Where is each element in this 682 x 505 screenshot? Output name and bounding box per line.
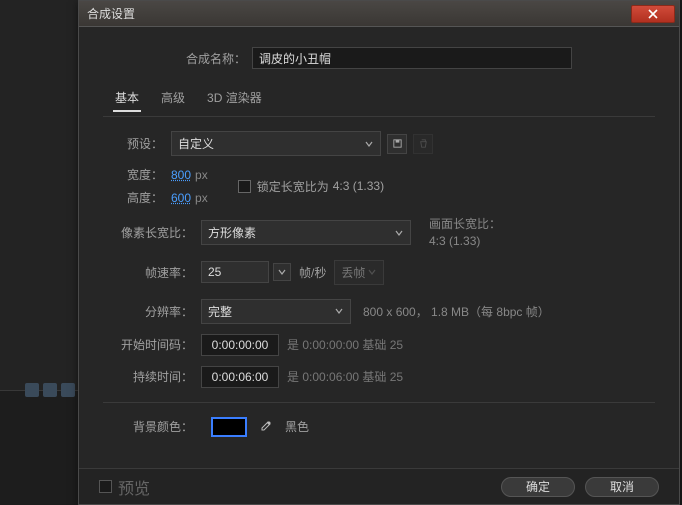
tab-3d-renderer[interactable]: 3D 渲染器 <box>205 85 264 112</box>
height-unit: px <box>195 191 208 205</box>
chevron-down-icon <box>394 228 404 238</box>
cancel-button[interactable]: 取消 <box>585 477 659 497</box>
resolution-value: 完整 <box>208 303 232 320</box>
save-preset-button[interactable] <box>387 134 407 154</box>
bg-color-name: 黑色 <box>285 418 309 435</box>
duration-note: 是 0:00:06:00 基础 25 <box>287 368 403 385</box>
chevron-down-icon <box>277 267 287 277</box>
duration-input[interactable] <box>201 366 279 388</box>
titlebar: 合成设置 <box>79 1 679 27</box>
lock-aspect-label: 锁定长宽比为 <box>257 178 329 195</box>
backdrop-panel-icons <box>25 383 75 397</box>
bg-color-label: 背景颜色： <box>103 418 201 435</box>
resolution-info: 800 x 600， 1.8 MB（每 8bpc 帧） <box>363 303 550 320</box>
close-button[interactable] <box>631 5 675 23</box>
width-value[interactable]: 800 <box>171 168 191 182</box>
par-label: 像素长宽比： <box>103 224 201 241</box>
lock-aspect-ratio: 4:3 (1.33) <box>333 179 384 193</box>
fps-mode-value: 丢帧 <box>341 264 365 281</box>
start-timecode-note: 是 0:00:00:00 基础 25 <box>287 336 403 353</box>
ok-button[interactable]: 确定 <box>501 477 575 497</box>
preview-label: 预览 <box>118 475 150 499</box>
trash-icon <box>418 138 429 149</box>
eyedropper-icon <box>258 420 272 434</box>
composition-settings-dialog: 合成设置 合成名称： 基本 高级 3D 渲染器 预设： 自定义 <box>78 0 680 505</box>
fps-label: 帧速率： <box>103 264 201 281</box>
lock-aspect-checkbox[interactable] <box>238 180 251 193</box>
delete-preset-button[interactable] <box>413 134 433 154</box>
start-timecode-label: 开始时间码： <box>103 336 201 353</box>
comp-name-input[interactable] <box>252 47 572 69</box>
fps-value-select[interactable]: 25 <box>201 261 269 283</box>
preset-label: 预设： <box>103 135 171 152</box>
fps-value: 25 <box>208 265 221 279</box>
preset-select[interactable]: 自定义 <box>171 131 381 156</box>
frame-aspect-value: 4:3 (1.33) <box>429 233 501 250</box>
section-divider <box>103 402 655 403</box>
width-unit: px <box>195 168 208 182</box>
height-label: 高度： <box>103 189 171 206</box>
chevron-down-icon <box>334 306 344 316</box>
par-select[interactable]: 方形像素 <box>201 220 411 245</box>
width-label: 宽度： <box>103 166 171 183</box>
tabs: 基本 高级 3D 渲染器 <box>113 85 655 112</box>
height-value[interactable]: 600 <box>171 191 191 205</box>
chevron-down-icon <box>367 267 377 277</box>
comp-name-label: 合成名称： <box>186 50 246 67</box>
chevron-down-icon <box>364 139 374 149</box>
resolution-select[interactable]: 完整 <box>201 299 351 324</box>
fps-dropdown-button[interactable] <box>273 263 291 281</box>
preview-checkbox[interactable] <box>99 480 112 493</box>
resolution-label: 分辨率： <box>103 303 201 320</box>
frame-aspect-block: 画面长宽比： 4:3 (1.33) <box>429 216 501 250</box>
start-timecode-input[interactable] <box>201 334 279 356</box>
bg-color-swatch[interactable] <box>211 417 247 437</box>
fps-unit: 帧/秒 <box>299 264 326 281</box>
eyedropper-button[interactable] <box>255 417 275 437</box>
close-icon <box>648 9 658 19</box>
tab-advanced[interactable]: 高级 <box>159 85 187 112</box>
frame-aspect-label: 画面长宽比： <box>429 216 501 233</box>
duration-label: 持续时间： <box>103 368 201 385</box>
save-icon <box>392 138 403 149</box>
preset-value: 自定义 <box>178 135 214 152</box>
dialog-footer: 预览 确定 取消 <box>79 468 679 504</box>
par-value: 方形像素 <box>208 224 256 241</box>
tab-basic[interactable]: 基本 <box>113 85 141 112</box>
dialog-title: 合成设置 <box>87 5 631 22</box>
tab-divider <box>103 116 655 117</box>
fps-mode-select: 丢帧 <box>334 260 384 285</box>
